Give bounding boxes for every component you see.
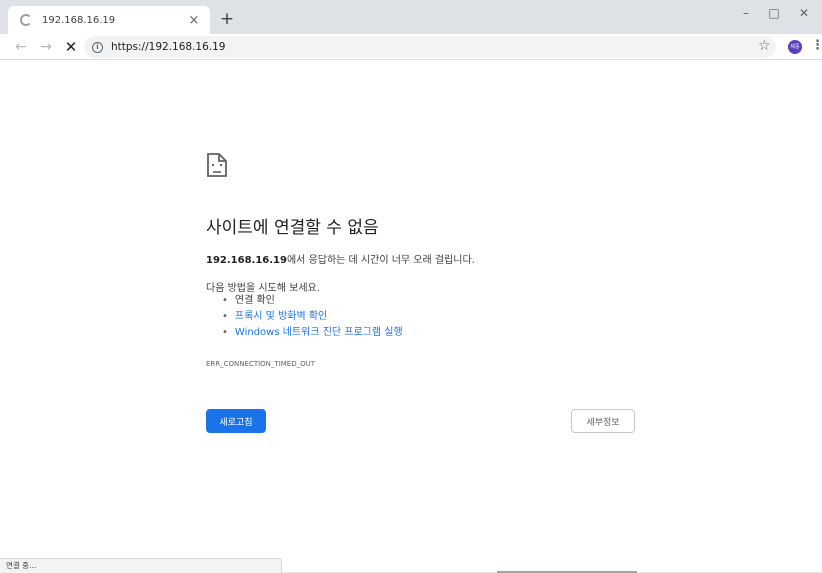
error-summary: 192.168.16.19에서 응답하는 데 시간이 너무 오래 걸립니다. [206,251,475,266]
page-title: 사이트에 연결할 수 없음 [206,218,379,238]
profile-avatar[interactable]: 제중 [788,40,802,54]
tab-strip: 192.168.16.19 × + – □ ✕ [0,0,822,34]
address-bar[interactable]: i https://192.168.16.19 [84,36,776,58]
forward-button[interactable]: → [37,38,55,56]
suggestions-list: 연결 확인 프록시 및 방화벽 확인 Windows 네트워크 진단 프로그램 … [222,293,403,341]
suggestion-text: 연결 확인 [234,295,275,306]
suggestion-link[interactable]: 프록시 및 방화벽 확인 [235,311,327,322]
error-code: ERR_CONNECTION_TIMED_OUT [206,360,316,368]
url-text[interactable]: https://192.168.16.19 [111,41,225,53]
minimize-button[interactable]: – [736,6,756,20]
status-bubble: 연결 중... [0,558,282,573]
suggestion-run-network-diagnostics[interactable]: Windows 네트워크 진단 프로그램 실행 [222,325,403,341]
suggestion-link[interactable]: Windows 네트워크 진단 프로그램 실행 [235,327,403,338]
suggestions-heading: 다음 방법을 시도해 보세요. [206,283,320,294]
suggestion-check-connection: 연결 확인 [222,293,403,309]
stop-loading-button[interactable]: ✕ [62,38,80,56]
suggestion-check-proxy-firewall[interactable]: 프록시 및 방화벽 확인 [222,309,403,325]
reload-button[interactable]: 새로고침 [206,409,266,433]
maximize-button[interactable]: □ [764,6,784,20]
tab-title: 192.168.16.19 [42,14,116,26]
back-button[interactable]: ← [12,38,30,56]
error-summary-text: 에서 응답하는 데 시간이 너무 오래 걸립니다. [286,255,475,266]
sad-page-icon [206,152,228,182]
site-info-icon[interactable]: i [92,41,103,53]
error-host: 192.168.16.19 [206,255,287,266]
new-tab-button[interactable]: + [218,10,236,28]
bookmark-star-icon[interactable]: ☆ [758,38,771,54]
close-window-button[interactable]: ✕ [794,6,814,20]
browser-toolbar: ← → ✕ i https://192.168.16.19 ☆ 제중 ⋮ [0,34,822,60]
browser-tab[interactable]: 192.168.16.19 × [8,6,210,34]
details-button[interactable]: 세부정보 [571,409,635,433]
tab-close-icon[interactable]: × [186,13,202,28]
loading-spinner-icon [20,14,32,26]
menu-icon[interactable]: ⋮ [811,38,822,53]
